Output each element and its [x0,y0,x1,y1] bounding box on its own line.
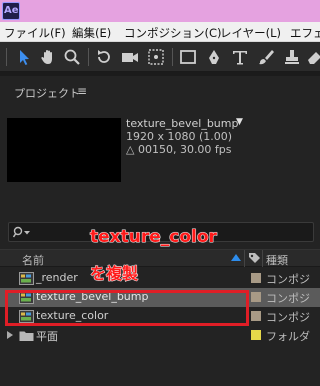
type-tool-icon[interactable] [228,45,252,69]
label-color-swatch[interactable] [251,292,261,302]
project-item-name: _render [36,271,78,284]
clone-stamp-tool-icon[interactable] [280,45,304,69]
project-item-type: コンポジ [266,273,310,286]
project-item-folder-heimen[interactable]: 平面 フォルダ [0,326,320,345]
selected-item-resolution: 1920 x 1080 (1.00) [126,130,233,143]
project-item-render[interactable]: _render コンポジ [0,269,320,288]
column-type-header[interactable]: 種類 [266,252,288,268]
title-bar: Ae [0,0,320,22]
project-item-type: コンポジ [266,311,310,324]
menu-bar: ファイル(F) 編集(E) コンポジション(C) レイヤー(L) エフェク [0,22,320,42]
camera-tool-icon[interactable] [118,45,142,69]
column-name-header[interactable]: 名前 [22,252,44,268]
project-item-type: フォルダ [266,330,310,343]
brush-tool-icon[interactable] [254,45,278,69]
folder-icon [19,331,34,341]
menu-layer[interactable]: レイヤー(L) [220,25,281,41]
expand-arrow-icon[interactable] [7,331,13,339]
item-preview-thumbnail [7,118,121,182]
pan-behind-tool-icon[interactable] [144,45,168,69]
menu-file[interactable]: ファイル(F) [4,25,66,41]
rotate-tool-icon[interactable] [92,45,116,69]
menu-edit[interactable]: 編集(E) [72,25,111,41]
panel-border [0,72,320,76]
project-panel-title[interactable]: プロジェクト [14,85,80,101]
toolbar-separator [172,48,173,66]
column-header-row: 名前 種類 [0,249,320,267]
annotation-label: を複製 [90,264,139,284]
label-color-swatch[interactable] [251,330,261,340]
toolbar-grip [6,48,7,66]
zoom-tool-icon[interactable] [60,45,84,69]
composition-icon [19,272,34,285]
toolbar-separator [88,48,89,66]
hand-tool-icon[interactable] [36,45,60,69]
selected-item-duration: △ 00150, 30.00 fps [126,143,232,156]
selection-tool-icon[interactable] [12,45,36,69]
label-color-swatch[interactable] [251,273,261,283]
label-tag-icon[interactable] [248,252,261,265]
project-item-name: 平面 [36,330,58,343]
column-divider[interactable] [262,250,263,267]
selected-item-name: texture_bevel_bump [126,117,239,130]
tools-toolbar [0,42,320,72]
rectangle-tool-icon[interactable] [176,45,200,69]
pen-tool-icon[interactable] [202,45,226,69]
panel-menu-icon[interactable]: ≡ [77,84,87,98]
after-effects-logo: Ae [2,2,20,20]
highlight-box [5,290,249,326]
sort-ascending-icon[interactable] [231,254,241,261]
chevron-down-icon[interactable]: ▼ [236,117,243,127]
search-icon [13,226,30,238]
eraser-tool-icon[interactable] [302,45,320,69]
label-color-swatch[interactable] [251,311,261,321]
menu-composition[interactable]: コンポジション(C) [124,25,222,41]
annotation-label: texture_color [90,227,218,248]
project-item-type: コンポジ [266,292,310,305]
menu-effect[interactable]: エフェク [290,25,320,41]
column-divider[interactable] [244,250,245,267]
